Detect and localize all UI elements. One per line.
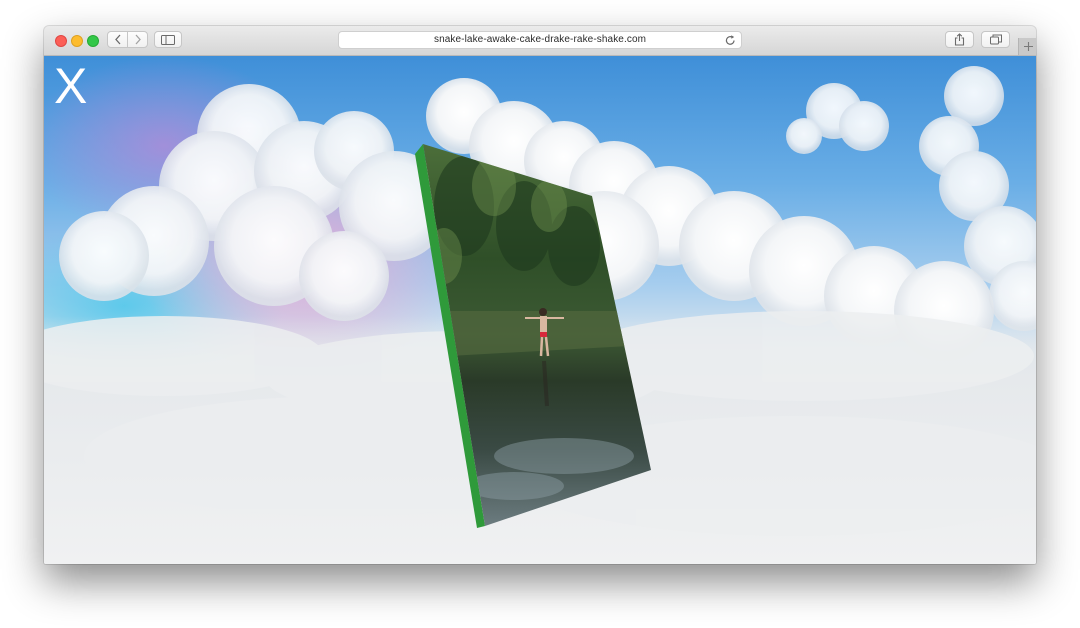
new-tab-button[interactable] — [1018, 38, 1036, 55]
tabs-overview-icon — [989, 34, 1002, 45]
sidebar-icon — [161, 34, 175, 45]
close-window-button[interactable] — [55, 35, 67, 47]
back-button[interactable] — [108, 32, 128, 47]
share-icon — [954, 33, 965, 46]
tabs-overview-button[interactable] — [981, 31, 1010, 48]
forward-button[interactable] — [128, 32, 147, 47]
minimize-window-button[interactable] — [71, 35, 83, 47]
chevron-right-icon — [135, 34, 141, 45]
share-button[interactable] — [945, 31, 974, 48]
browser-window: snake-lake-awake-cake-drake-rake-shake.c… — [44, 26, 1036, 564]
reload-icon — [725, 35, 735, 45]
sidebar-button[interactable] — [154, 31, 182, 48]
address-bar[interactable]: snake-lake-awake-cake-drake-rake-shake.c… — [338, 31, 742, 49]
tilted-photo-panel[interactable] — [44, 56, 1036, 564]
page-content: X — [44, 56, 1036, 564]
chevron-left-icon — [114, 34, 120, 45]
navigation-buttons — [107, 31, 148, 48]
browser-toolbar: snake-lake-awake-cake-drake-rake-shake.c… — [44, 26, 1036, 56]
plus-icon — [1023, 42, 1033, 51]
url-text[interactable]: snake-lake-awake-cake-drake-rake-shake.c… — [339, 34, 741, 45]
zoom-window-button[interactable] — [87, 35, 99, 47]
reload-button[interactable] — [725, 33, 736, 51]
